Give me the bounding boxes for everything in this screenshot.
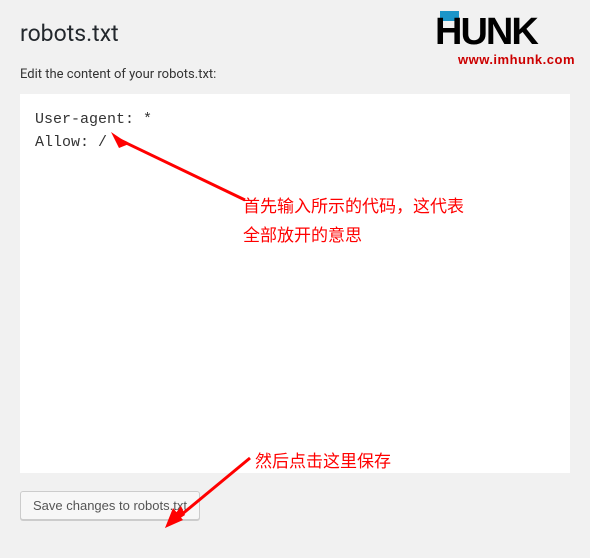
brand-url: www.imhunk.com [435, 52, 575, 67]
hunk-logo-svg: HUNK [435, 8, 575, 48]
save-button[interactable]: Save changes to robots.txt [20, 491, 200, 520]
svg-text:HUNK: HUNK [435, 11, 539, 48]
editor-container [20, 94, 570, 473]
brand-logo: HUNK www.imhunk.com [435, 8, 575, 67]
robots-textarea[interactable] [30, 104, 560, 459]
edit-instruction-label: Edit the content of your robots.txt: [20, 67, 570, 82]
